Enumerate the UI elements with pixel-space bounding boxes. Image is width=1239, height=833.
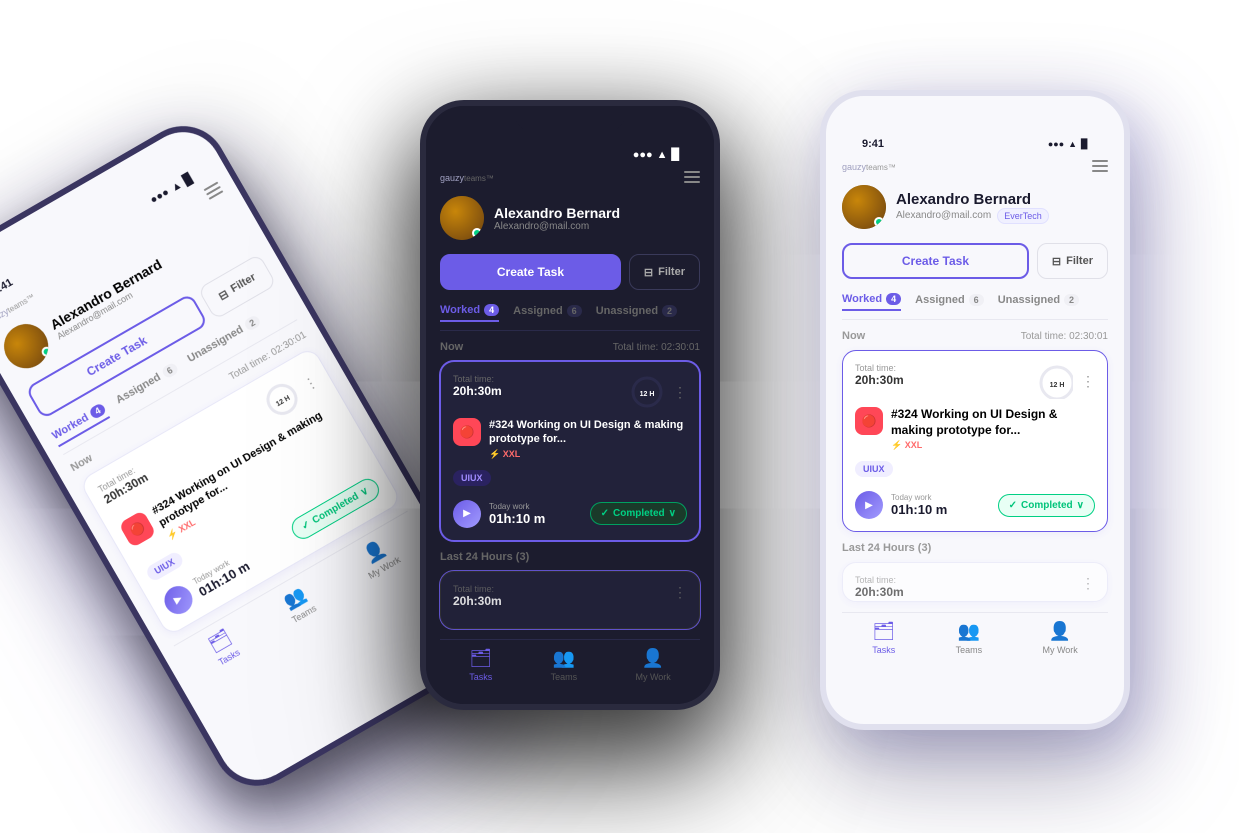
menu-icon-right[interactable] (1092, 160, 1108, 172)
menu-icon-center[interactable] (684, 171, 700, 183)
user-info-center: Alexandro Bernard Alexandro@mail.com (494, 205, 700, 232)
task-icon-right: 🔴 (855, 407, 883, 435)
action-buttons-right: Create Task ⊟ Filter (842, 243, 1108, 279)
svg-text:12 H: 12 H (1050, 382, 1065, 389)
user-name-center: Alexandro Bernard (494, 205, 700, 221)
tab-unassigned-right[interactable]: Unassigned 2 (998, 293, 1079, 311)
section-last24-center: Last 24 Hours (3) (440, 551, 700, 563)
wifi-right: ▲ (1068, 139, 1077, 149)
online-dot-left (40, 345, 54, 359)
battery-center: ▉ (672, 148, 680, 161)
svg-text:12 H: 12 H (275, 395, 291, 408)
brand-logo-right: gauzyteams™ (842, 158, 896, 173)
scene: 9:41 ●●● ▲ ▉ gauzyteams™ (0, 0, 1239, 833)
battery-left: ▉ (181, 172, 195, 187)
section-now-right: Now Total time: 02:30:01 (842, 330, 1108, 342)
status-bar-right: 9:41 ●●● ▲ ▉ (842, 128, 1108, 154)
work-avatar-left: ▶ (159, 581, 197, 619)
nav-tasks-right[interactable]: 🗂 Tasks (872, 621, 895, 655)
tabs-right: Worked 4 Assigned 6 Unassigned 2 (842, 293, 1108, 320)
tag-badge-right: UIUX (855, 461, 893, 477)
tag-badge-left: UIUX (144, 550, 184, 583)
nav-teams-left[interactable]: 👥 Teams (278, 582, 318, 625)
nav-mywork-left[interactable]: 👤 My Work (354, 533, 402, 580)
svg-text:12 H: 12 H (640, 391, 655, 398)
brand-header-right: gauzyteams™ (842, 154, 1108, 173)
avatar-left (0, 316, 56, 376)
phone-right: 9:41 ●●● ▲ ▉ gauzyteams™ (820, 90, 1130, 730)
create-task-button-center[interactable]: Create Task (440, 254, 621, 290)
signal-right: ●●● (1048, 139, 1064, 149)
task-menu-last-right[interactable]: ⋮ (1081, 575, 1095, 592)
user-info-right: Alexandro Bernard Alexandro@mail.com Eve… (896, 191, 1108, 224)
filter-icon-right: ⊟ (1052, 255, 1061, 268)
online-dot-center (472, 228, 482, 238)
user-row-right: Alexandro Bernard Alexandro@mail.com Eve… (842, 185, 1108, 229)
brand-header-center: gauzyteams™ (440, 165, 700, 184)
wifi-center: ▲ (657, 149, 668, 161)
create-task-button-right[interactable]: Create Task (842, 243, 1029, 279)
tag-badge-center: UIUX (453, 470, 491, 486)
status-icons-center: ●●● ▲ ▉ (633, 148, 680, 161)
task-icon-left: 🔴 (118, 510, 156, 548)
section-last24-right: Last 24 Hours (3) (842, 542, 1108, 554)
brand-logo-center: gauzyteams™ (440, 169, 494, 184)
tabs-center: Worked 4 Assigned 6 Unassigned 2 (440, 304, 700, 331)
battery-right: ▉ (1081, 139, 1088, 150)
filter-button-right[interactable]: ⊟ Filter (1037, 243, 1108, 279)
time-right: 9:41 (862, 138, 884, 150)
user-email-center: Alexandro@mail.com (494, 221, 700, 232)
filter-icon-left: ⊟ (216, 287, 230, 303)
online-dot-right (874, 217, 884, 227)
bottom-nav-right: 🗂 Tasks 👥 Teams 👤 My Work (842, 612, 1108, 667)
tab-worked-right[interactable]: Worked 4 (842, 293, 901, 311)
task-card-last-right: Total time: 20h:30m ⋮ (842, 562, 1108, 602)
progress-ring-left: 12 H (257, 375, 306, 424)
work-avatar-right: ▶ (855, 491, 883, 519)
task-icon-center: 🔴 (453, 418, 481, 446)
nav-tasks-left[interactable]: 🗂 Tasks (205, 626, 242, 667)
filter-icon-center: ⊟ (644, 266, 653, 279)
tab-worked-center[interactable]: Worked 4 (440, 304, 499, 322)
bottom-nav-center: 🗂 Tasks 👥 Teams 👤 My Work (440, 639, 700, 694)
progress-ring-right: 12 H (1037, 363, 1073, 399)
nav-teams-right[interactable]: 👥 Teams (956, 621, 983, 655)
progress-ring-center: 12 H (629, 374, 665, 410)
task-card-now-right: Total time: 20h:30m 12 H ⋮ 🔴 (842, 350, 1108, 532)
user-email-right: Alexandro@mail.com (896, 210, 991, 221)
phone-center: ●●● ▲ ▉ gauzyteams™ Al (420, 100, 720, 710)
filter-button-center[interactable]: ⊟ Filter (629, 254, 700, 290)
tab-assigned-right[interactable]: Assigned 6 (915, 293, 984, 311)
nav-mywork-center[interactable]: 👤 My Work (635, 648, 670, 682)
notch-right (920, 96, 1030, 122)
user-name-right: Alexandro Bernard (896, 191, 1108, 208)
signal-center: ●●● (633, 149, 653, 161)
task-card-now-center: Total time: 20h:30m 12 H ⋮ 🔴 (440, 361, 700, 541)
task-menu-last-center[interactable]: ⋮ (673, 584, 687, 601)
company-badge: EverTech (997, 208, 1049, 224)
nav-teams-center[interactable]: 👥 Teams (551, 648, 578, 682)
section-now-center: Now Total time: 02:30:01 (440, 341, 700, 353)
menu-icon-left[interactable] (203, 181, 223, 199)
completed-button-right[interactable]: ✓ Completed ∨ (998, 494, 1095, 517)
wifi-left: ▲ (169, 178, 184, 194)
tab-unassigned-center[interactable]: Unassigned 2 (596, 304, 677, 322)
status-icons-right: ●●● ▲ ▉ (1048, 139, 1088, 150)
nav-mywork-right[interactable]: 👤 My Work (1042, 621, 1077, 655)
task-menu-left[interactable]: ⋮ (300, 372, 321, 394)
tab-assigned-center[interactable]: Assigned 6 (513, 304, 582, 322)
notch-center (515, 106, 625, 132)
completed-button-center[interactable]: ✓ Completed ∨ (590, 502, 687, 525)
action-buttons-center: Create Task ⊟ Filter (440, 254, 700, 290)
nav-tasks-center[interactable]: 🗂 Tasks (469, 648, 492, 682)
avatar-right (842, 185, 886, 229)
user-row-center: Alexandro Bernard Alexandro@mail.com (440, 196, 700, 240)
task-menu-center[interactable]: ⋮ (673, 384, 687, 401)
avatar-center (440, 196, 484, 240)
task-card-last-center: Total time: 20h:30m ⋮ (440, 571, 700, 629)
work-avatar-center: ▶ (453, 500, 481, 528)
status-bar-center: ●●● ▲ ▉ (440, 138, 700, 165)
task-menu-right[interactable]: ⋮ (1081, 373, 1095, 390)
